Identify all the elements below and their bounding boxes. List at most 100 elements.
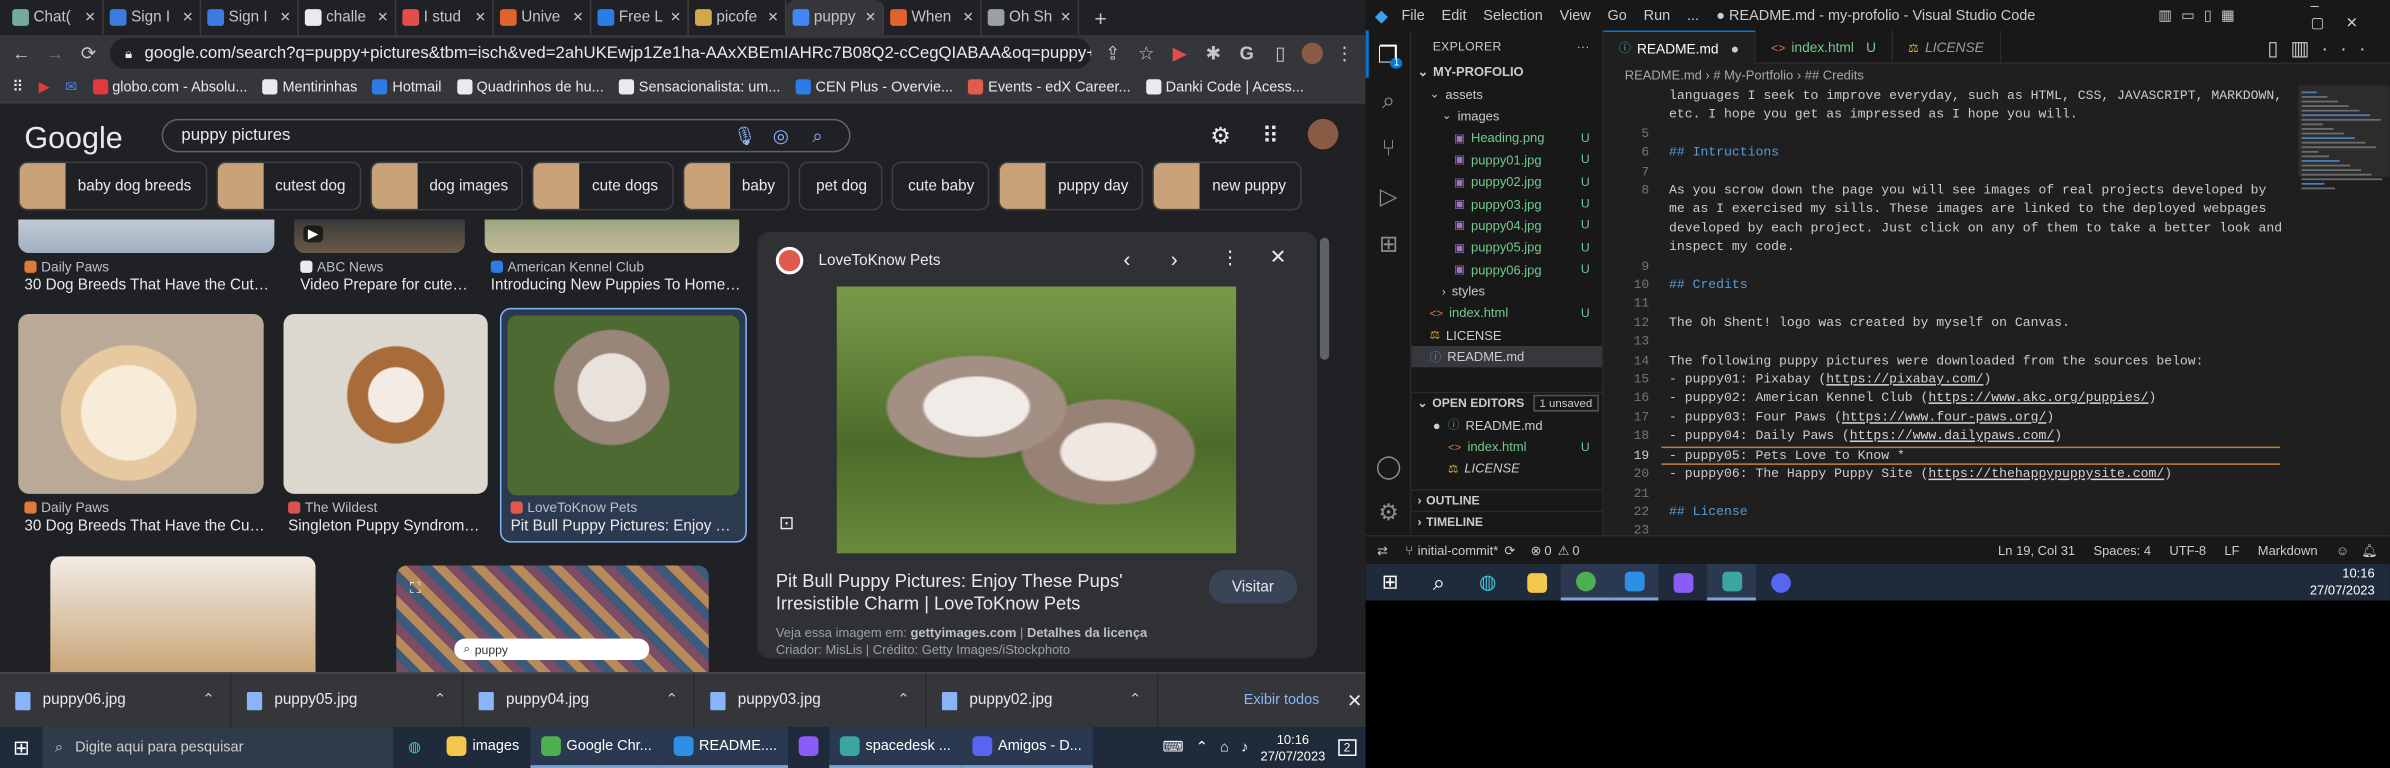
- run-debug-icon[interactable]: ▷: [1366, 172, 1412, 219]
- close-downloads-icon[interactable]: ✕: [1347, 690, 1362, 711]
- reload-icon[interactable]: ⟳: [76, 43, 100, 64]
- search-icon[interactable]: ⌕: [1414, 564, 1463, 601]
- result-title-1[interactable]: 30 Dog Breeds That Have the Cutest ...: [24, 277, 274, 294]
- chevron-up-icon[interactable]: ⌃: [665, 692, 678, 709]
- profile-avatar[interactable]: [1301, 42, 1324, 65]
- account-avatar[interactable]: [1307, 118, 1339, 150]
- result-image-8[interactable]: ⌕ puppy ⛶: [396, 565, 709, 673]
- tree-item[interactable]: ▣ Heading.png U: [1411, 127, 1602, 149]
- menu-item[interactable]: Edit: [1442, 7, 1467, 24]
- getty-link[interactable]: gettyimages.com: [910, 625, 1016, 640]
- explorer-icon[interactable]: ❐ 1: [1365, 30, 1412, 78]
- search-icon[interactable]: ⌕: [812, 124, 822, 147]
- start-windows-icon[interactable]: ⊞: [1366, 564, 1415, 601]
- open-editor-item[interactable]: ● ⓘ README.md: [1411, 414, 1602, 436]
- more-kebab-icon[interactable]: ⋮: [1221, 247, 1239, 268]
- layout-icons[interactable]: ▥▭▯▦: [2158, 7, 2244, 24]
- edge-icon[interactable]: ◍: [1463, 564, 1512, 601]
- vscode-icon[interactable]: [1609, 563, 1659, 601]
- menu-item[interactable]: Run: [1644, 7, 1671, 24]
- related-chip[interactable]: cute baby: [891, 161, 990, 211]
- bookmark-item[interactable]: Hotmail: [372, 78, 441, 95]
- code-link[interactable]: https://www.akc.org/puppies/: [1928, 390, 2148, 405]
- code-link[interactable]: https://thehappypuppysite.com/: [1928, 466, 2164, 481]
- window-controls[interactable]: –▢✕: [2311, 0, 2390, 32]
- tab-close-icon[interactable]: ✕: [475, 9, 487, 26]
- tree-item[interactable]: ▣ puppy04.jpg U: [1411, 215, 1602, 237]
- tab-state-indicator[interactable]: ●: [1731, 40, 1739, 55]
- download-item[interactable]: puppy06.jpg ⌃: [0, 672, 232, 728]
- language-mode[interactable]: Markdown: [2258, 543, 2318, 558]
- app-purple-icon[interactable]: [1658, 564, 1707, 601]
- tab-close-icon[interactable]: ✕: [85, 9, 97, 26]
- open-editors-header[interactable]: ⌄ OPEN EDITORS 1 unsaved: [1411, 392, 1602, 413]
- page-scrollbar[interactable]: [1319, 237, 1330, 360]
- visit-button[interactable]: Visitar: [1208, 570, 1298, 604]
- result-title-4[interactable]: 30 Dog Breeds That Have the Cute...: [24, 518, 265, 535]
- taskbar-app[interactable]: images: [436, 727, 530, 768]
- browser-tab[interactable]: When ✕: [884, 0, 982, 36]
- related-chip[interactable]: new puppy: [1152, 161, 1302, 211]
- related-chip[interactable]: puppy day: [998, 161, 1144, 211]
- browser-tab[interactable]: Free L ✕: [591, 0, 689, 36]
- encoding[interactable]: UTF-8: [2169, 543, 2206, 558]
- tab-close-icon[interactable]: ✕: [962, 9, 974, 26]
- chevron-up-icon[interactable]: ⌃: [1129, 692, 1142, 709]
- taskbar-app[interactable]: Amigos - D...: [961, 727, 1093, 768]
- browser-tab[interactable]: Chat(✕: [6, 0, 104, 36]
- tree-item[interactable]: ▣ puppy06.jpg U: [1411, 258, 1602, 280]
- tab-close-icon[interactable]: ✕: [670, 9, 682, 26]
- taskbar-search-box[interactable]: ⌕ Digite aqui para pesquisar: [42, 727, 394, 768]
- taskbar-app[interactable]: [788, 727, 829, 768]
- bookmark-item[interactable]: Events - edX Career...: [968, 78, 1131, 95]
- extensions-icon[interactable]: ⊞: [1366, 219, 1412, 266]
- sidepanel-icon[interactable]: ▯: [1268, 43, 1292, 64]
- timeline-section[interactable]: › TIMELINE: [1411, 510, 1602, 531]
- download-item[interactable]: puppy02.jpg ⌃: [927, 672, 1159, 728]
- settings-gear-icon[interactable]: ⚙: [1210, 122, 1231, 149]
- outline-section[interactable]: › OUTLINE: [1411, 488, 1602, 510]
- related-chip[interactable]: baby: [682, 161, 791, 211]
- code-link[interactable]: https://pixabay.com/: [1826, 372, 1983, 387]
- edge-icon[interactable]: ◍: [393, 739, 436, 756]
- lens-search-icon[interactable]: ⊡: [779, 512, 794, 533]
- share-icon[interactable]: ⇪: [1100, 43, 1124, 64]
- tab-close-icon[interactable]: ✕: [865, 9, 877, 26]
- back-icon[interactable]: ←: [9, 43, 33, 64]
- start-windows-icon[interactable]: ⊞: [0, 735, 43, 759]
- remote-icon[interactable]: ⇄: [1366, 542, 1400, 559]
- breadcrumb[interactable]: README.md › # My-Portfolio › ## Credits: [1603, 64, 2390, 86]
- menu-item[interactable]: File: [1401, 7, 1424, 24]
- tree-item[interactable]: ⚖ LICENSE: [1411, 324, 1602, 346]
- related-chip[interactable]: cute dogs: [532, 161, 674, 211]
- volume-icon[interactable]: ♪: [1241, 739, 1248, 756]
- tree-item[interactable]: ⌄ assets: [1411, 83, 1602, 105]
- editor-tab[interactable]: ⚖ LICENSE: [1893, 30, 2001, 65]
- chrome-icon[interactable]: [1560, 563, 1610, 601]
- open-editor-item[interactable]: ⚖ LICENSE: [1411, 458, 1602, 480]
- google-logo[interactable]: Google: [24, 122, 122, 157]
- editor-tab[interactable]: <> index.html U: [1756, 30, 1893, 65]
- editor-tab[interactable]: ⓘ README.md ●: [1603, 30, 1756, 65]
- indentation[interactable]: Spaces: 4: [2093, 543, 2151, 558]
- search-input[interactable]: puppy pictures 🎙︎ ◎ ⌕: [161, 118, 851, 153]
- tree-item[interactable]: › styles: [1411, 280, 1602, 302]
- result-title-2[interactable]: Video Prepare for cuten...: [300, 277, 468, 294]
- search-icon[interactable]: ⌕: [1366, 78, 1412, 125]
- editor-actions[interactable]: ▯▥···: [2255, 30, 2390, 62]
- gmail-icon[interactable]: ✉: [65, 78, 77, 95]
- menu-item[interactable]: Go: [1608, 7, 1627, 24]
- bookmark-star-icon[interactable]: ☆: [1134, 43, 1158, 64]
- tree-item[interactable]: ⓘ README.md: [1411, 346, 1602, 369]
- tab-close-icon[interactable]: ✕: [767, 9, 779, 26]
- error-icon[interactable]: ⊗: [1531, 542, 1542, 559]
- code-link[interactable]: https://www.four-paws.org/: [1842, 410, 2046, 425]
- bookmark-item[interactable]: Mentirinhas: [262, 78, 357, 95]
- result-title-3[interactable]: Introducing New Puppies To Homes ...: [491, 277, 742, 294]
- new-tab-icon[interactable]: +: [1079, 6, 1106, 35]
- accounts-icon[interactable]: ◯: [1366, 442, 1412, 489]
- result-image-4[interactable]: [18, 313, 264, 494]
- result-image-7[interactable]: [50, 556, 316, 673]
- preview-image[interactable]: [836, 286, 1237, 554]
- lens-icon[interactable]: ◎: [773, 125, 789, 146]
